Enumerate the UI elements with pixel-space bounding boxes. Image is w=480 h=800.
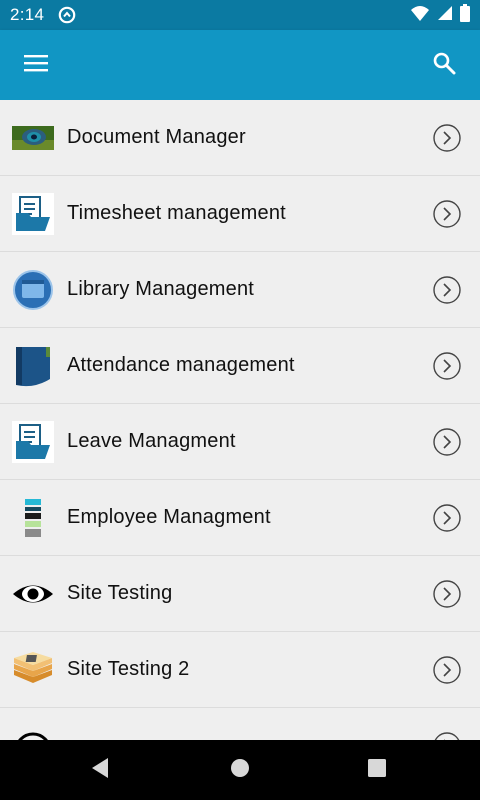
chevron-right-icon (433, 503, 461, 532)
list-item-document-manager[interactable]: Document Manager (0, 100, 480, 176)
search-icon (432, 51, 456, 80)
status-bar: 2:14 (0, 0, 480, 30)
stacked-layers-icon (12, 649, 54, 691)
hamburger-menu-icon (24, 53, 48, 78)
home-circle-icon (230, 758, 250, 783)
back-triangle-icon (90, 757, 110, 784)
list-item-attendance-management[interactable]: Attendance management (0, 328, 480, 404)
document-folder-icon (12, 420, 54, 463)
menu-list: Document Manager Timesheet management Li… (0, 100, 480, 740)
chevron-right-icon (433, 731, 461, 740)
chevron-right-icon (433, 275, 461, 304)
list-item-label: Document Manager (67, 126, 246, 148)
recents-button[interactable] (357, 750, 397, 790)
partial-circle-icon (12, 725, 54, 740)
navigation-bar (0, 740, 480, 800)
status-time: 2:14 (10, 5, 45, 24)
document-folder-icon (12, 192, 54, 235)
list-item-library-management[interactable]: Library Management (0, 252, 480, 328)
menu-button[interactable] (12, 41, 60, 89)
eye-icon (12, 573, 54, 615)
list-item-label: Attendance management (67, 354, 295, 376)
list-item-site-testing-2[interactable]: Site Testing 2 (0, 632, 480, 708)
chevron-right-icon (433, 427, 461, 456)
battery-icon (460, 3, 470, 27)
chevron-right-icon (433, 655, 461, 684)
status-icons (410, 0, 470, 30)
chevron-right-icon (433, 123, 461, 152)
list-item-timesheet-management[interactable]: Timesheet management (0, 176, 480, 252)
recents-square-icon (368, 758, 386, 782)
color-stripes-icon (12, 497, 54, 539)
chevron-right-icon (433, 351, 461, 380)
cellular-signal-icon (437, 5, 453, 26)
sync-icon (58, 6, 76, 24)
list-item-label: Leave Managment (67, 430, 236, 452)
list-item-label: Library Management (67, 278, 255, 300)
list-item-site-testing[interactable]: Site Testing (0, 556, 480, 632)
list-item-employee-managment[interactable]: Employee Managment (0, 480, 480, 556)
peacock-feather-image-icon (12, 117, 54, 159)
list-item-leave-managment[interactable]: Leave Managment (0, 404, 480, 480)
chevron-right-icon (433, 579, 461, 608)
blue-book-icon (12, 345, 54, 387)
back-button[interactable] (80, 750, 120, 790)
search-button[interactable] (420, 41, 468, 89)
app-bar (0, 30, 480, 100)
window-app-icon (12, 269, 54, 311)
list-item-label: Site Testing (67, 582, 173, 604)
list-item-label: Timesheet management (67, 202, 286, 224)
list-item-partial[interactable] (0, 708, 480, 740)
chevron-right-icon (433, 199, 461, 228)
home-button[interactable] (220, 750, 260, 790)
list-item-label: Employee Managment (67, 506, 271, 528)
wifi-icon (410, 4, 430, 27)
list-item-label: Site Testing 2 (67, 658, 190, 680)
